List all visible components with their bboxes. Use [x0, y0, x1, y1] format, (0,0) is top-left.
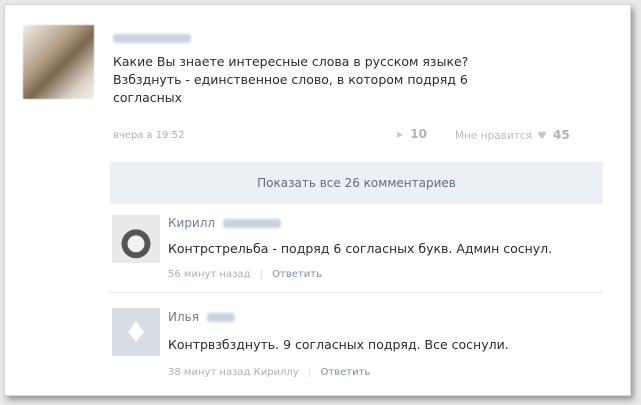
megaphone-icon: ▸: [397, 127, 404, 141]
blurred-surname: [206, 313, 235, 322]
comment-time[interactable]: 56 минут назад: [168, 269, 250, 280]
like-label: Мне нравится: [455, 130, 532, 142]
blurred-author-name: [113, 34, 191, 43]
wall-post-card: Какие Вы знаете интересные слова в русск…: [4, 4, 631, 396]
comment-author[interactable]: Кирилл: [168, 216, 281, 230]
repost-count: 10: [410, 127, 427, 141]
blurred-surname: [222, 219, 281, 228]
commenter-avatar-wolf[interactable]: [112, 215, 160, 263]
like-button[interactable]: Мне нравится ♥ 45: [455, 128, 570, 142]
post-timestamp[interactable]: вчера в 19:52: [113, 130, 185, 141]
comment-divider: [110, 292, 603, 293]
post-text-line: Какие Вы знаете интересные слова в русск…: [113, 54, 469, 69]
show-all-comments-button[interactable]: Показать все 26 комментариев: [110, 162, 603, 204]
post-text: Какие Вы знаете интересные слова в русск…: [113, 53, 533, 107]
comment-time[interactable]: 38 минут назад Кириллу: [168, 367, 299, 378]
post-text-line: согласных: [113, 90, 183, 105]
comment-text: Контрвзбзднуть. 9 согласных подряд. Все …: [168, 337, 509, 352]
commenter-avatar-dog[interactable]: ♦: [112, 308, 160, 356]
post-text-line: Взбзднуть - единственное слово, в которо…: [113, 72, 468, 87]
heart-icon: ♥: [537, 130, 547, 142]
dog-icon: ♦: [123, 315, 149, 349]
meta-separator: |: [307, 367, 312, 378]
comment-author[interactable]: Илья: [168, 310, 235, 324]
reply-link[interactable]: Ответить: [321, 367, 371, 378]
comment-author-name: Кирилл: [168, 216, 216, 230]
comment-meta: 38 минут назад Кириллу | Ответить: [168, 367, 370, 378]
comment-text: Контрстрельба - подряд 6 согласных букв.…: [168, 241, 553, 256]
reply-link[interactable]: Ответить: [272, 269, 322, 280]
post-author-avatar[interactable]: [23, 25, 94, 99]
comment-meta: 56 минут назад | Ответить: [168, 269, 322, 280]
comment-author-name: Илья: [168, 310, 199, 324]
like-count: 45: [553, 128, 570, 142]
post-author-name[interactable]: [113, 28, 203, 47]
meta-separator: |: [259, 269, 263, 280]
repost-button[interactable]: ▸ 10: [397, 127, 427, 141]
